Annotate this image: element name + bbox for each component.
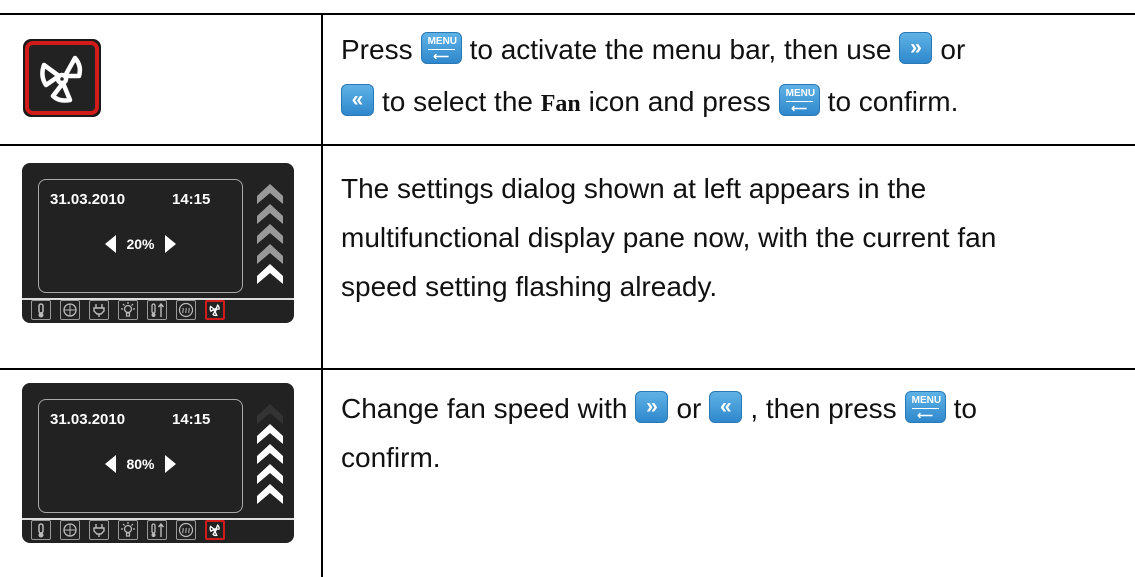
instruction-line-3: Change fan speed with» or «, then press MEN… bbox=[341, 384, 977, 433]
increase-icon bbox=[164, 455, 176, 474]
speed-level-indicator bbox=[257, 184, 283, 284]
display-panel-80: 31.03.2010 14:15 80% bbox=[22, 383, 294, 543]
increase-icon bbox=[164, 235, 176, 254]
display-screen: 31.03.2010 14:15 20% bbox=[38, 179, 243, 293]
instruction-line-1: Press MENU ⟵ to activate the menu bar, then… bbox=[341, 25, 965, 74]
display-date: 31.03.2010 bbox=[50, 411, 126, 428]
display-time: 14:15 bbox=[172, 411, 211, 428]
display-panel-20: 31.03.2010 14:15 20% bbox=[22, 163, 294, 323]
heat-wave-icon[interactable] bbox=[176, 520, 196, 540]
fan-speed-value: 20% bbox=[39, 235, 242, 254]
lightbulb-icon[interactable] bbox=[118, 300, 138, 320]
plug-icon[interactable] bbox=[89, 520, 109, 540]
lightbulb-icon[interactable] bbox=[118, 520, 138, 540]
fan-speed-value: 80% bbox=[39, 455, 242, 474]
instruction-line-2: «to select the Fan icon and press MENU ⟵ to… bbox=[341, 77, 958, 129]
target-icon[interactable] bbox=[60, 300, 80, 320]
next-button[interactable]: » bbox=[635, 390, 669, 423]
display-date: 31.03.2010 bbox=[50, 191, 126, 208]
temperature-up-icon[interactable] bbox=[147, 520, 167, 540]
decrease-icon bbox=[105, 235, 117, 254]
temperature-up-icon[interactable] bbox=[147, 300, 167, 320]
display-screen: 31.03.2010 14:15 80% bbox=[38, 399, 243, 513]
fan-icon[interactable] bbox=[205, 300, 225, 320]
fan-icon[interactable] bbox=[205, 520, 225, 540]
heat-wave-icon[interactable] bbox=[176, 300, 196, 320]
row-divider-1 bbox=[0, 144, 1135, 146]
table-top-border bbox=[0, 13, 1135, 15]
column-divider bbox=[321, 13, 323, 577]
menu-button[interactable]: MENU ⟵ bbox=[778, 83, 820, 116]
row-divider-2 bbox=[0, 368, 1135, 370]
display-time: 14:15 bbox=[172, 191, 211, 208]
plug-icon[interactable] bbox=[89, 300, 109, 320]
next-button[interactable]: » bbox=[899, 31, 933, 64]
prev-button[interactable]: « bbox=[709, 390, 743, 423]
fan-icon bbox=[23, 39, 101, 117]
instruction-paragraph-2: The settings dialog shown at left appear… bbox=[341, 173, 997, 302]
instruction-line-4: confirm. bbox=[341, 442, 441, 473]
thermometer-icon[interactable] bbox=[31, 300, 51, 320]
target-icon[interactable] bbox=[60, 520, 80, 540]
menu-button[interactable]: MENU ⟵ bbox=[904, 390, 946, 423]
menu-button[interactable]: MENU ⟵ bbox=[420, 31, 462, 64]
thermometer-icon[interactable] bbox=[31, 520, 51, 540]
prev-button[interactable]: « bbox=[341, 83, 374, 116]
decrease-icon bbox=[105, 455, 117, 474]
speed-level-indicator bbox=[257, 404, 283, 504]
